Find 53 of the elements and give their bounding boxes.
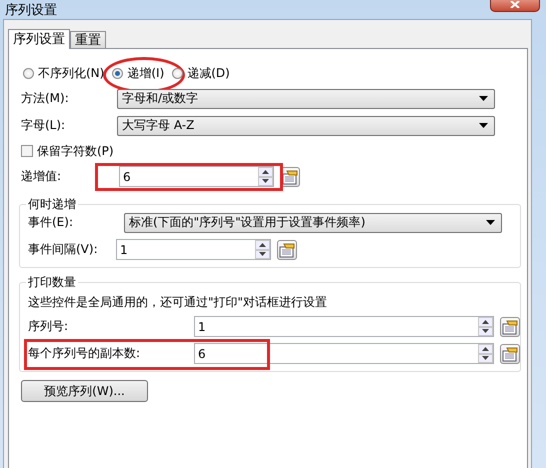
- spin-up-button[interactable]: [255, 240, 270, 250]
- spin-field[interactable]: 6: [194, 343, 494, 364]
- up-arrow-icon: [482, 346, 489, 351]
- dropdown[interactable]: 标准(下面的"序列号"设置用于设置事件频率): [124, 212, 502, 232]
- dropdown[interactable]: 大写字母 A-Z: [117, 116, 495, 136]
- field-label: 递增值:: [21, 168, 62, 185]
- group-title: 何时递增: [26, 196, 78, 213]
- radio-button[interactable]: [23, 68, 34, 78]
- radio-label[interactable]: 不序列化(N): [38, 64, 104, 82]
- checkbox[interactable]: [21, 145, 33, 157]
- close-button[interactable]: [490, 0, 540, 12]
- down-arrow-icon: [259, 252, 266, 256]
- spin-field[interactable]: 6: [119, 166, 274, 187]
- picker-button[interactable]: [500, 344, 520, 364]
- down-arrow-icon: [482, 329, 489, 334]
- spin-field[interactable]: 1: [116, 239, 271, 260]
- down-arrow-icon: [262, 179, 269, 184]
- caret-icon: [479, 96, 488, 101]
- down-arrow-icon: [482, 356, 489, 360]
- field-label: 方法(M):: [21, 90, 70, 107]
- radio-button[interactable]: [112, 68, 124, 78]
- picker-button[interactable]: [500, 316, 520, 336]
- field-label: 事件(E):: [28, 214, 74, 231]
- field-label: 每个序列号的副本数:: [28, 345, 142, 362]
- window-title: 序列设置: [4, 2, 57, 19]
- tab[interactable]: 重置: [70, 31, 106, 48]
- spin-up-button[interactable]: [478, 317, 493, 326]
- tab[interactable]: 序列设置: [8, 29, 70, 49]
- description-text: 这些控件是全局通用的，还可通过"打印"对话框进行设置: [28, 294, 328, 311]
- card-icon: [501, 318, 519, 336]
- spin-up-button[interactable]: [258, 167, 273, 176]
- up-arrow-icon: [259, 242, 266, 247]
- checkbox-label[interactable]: 保留字符数(P): [37, 142, 114, 160]
- up-arrow-icon: [482, 320, 489, 324]
- dropdown[interactable]: 字母和/或数字: [117, 88, 495, 108]
- group-title: 打印数量: [26, 274, 78, 291]
- preview-button[interactable]: 预览序列(W)...: [21, 380, 148, 402]
- caret-icon: [486, 220, 495, 225]
- radio-label[interactable]: 递增(I): [127, 64, 164, 82]
- caret-icon: [479, 123, 488, 128]
- card-icon: [501, 344, 519, 362]
- picker-button[interactable]: [277, 240, 297, 260]
- up-arrow-icon: [262, 170, 269, 174]
- radio-button[interactable]: [172, 68, 184, 78]
- close-icon: [510, 0, 520, 8]
- spin-field[interactable]: 1: [194, 316, 494, 337]
- field-label: 字母(L):: [21, 117, 66, 134]
- field-label: 事件间隔(V):: [28, 241, 99, 258]
- card-icon: [281, 168, 299, 186]
- field-label: 序列号:: [28, 318, 70, 335]
- card-icon: [278, 240, 296, 258]
- spin-up-button[interactable]: [478, 344, 493, 354]
- radio-label[interactable]: 递减(D): [187, 64, 230, 82]
